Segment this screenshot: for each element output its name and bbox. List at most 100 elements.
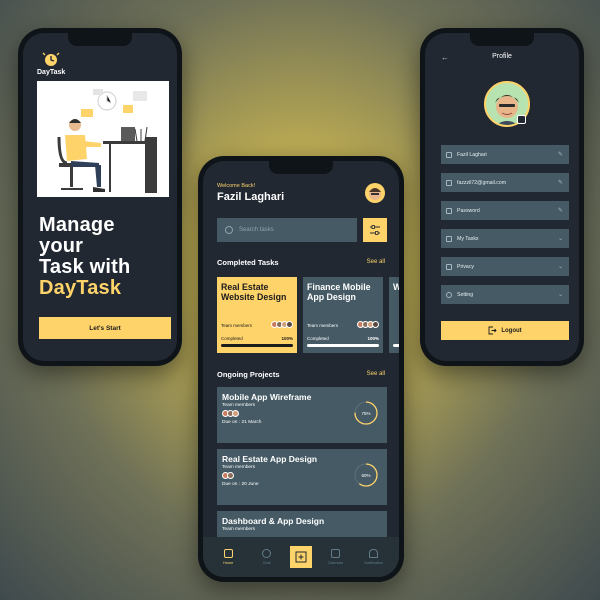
- team-avatar: [372, 321, 379, 328]
- completed-task-card[interactable]: Real Estate Website Design Team members …: [217, 277, 297, 353]
- completed-see-all-link[interactable]: See all: [367, 259, 385, 265]
- project-team-label: Team members: [222, 527, 256, 532]
- team-avatars: [271, 321, 293, 328]
- lock-icon: [446, 207, 452, 214]
- plus-icon: [295, 551, 307, 563]
- nav-notification-label: Notification: [364, 561, 384, 565]
- headline-line: your: [39, 235, 84, 257]
- profile-field-name[interactable]: Fazil Laghari ✎: [441, 145, 569, 164]
- profile-field-privacy[interactable]: Privacy ⌄: [441, 257, 569, 276]
- field-label: Setting: [457, 291, 474, 298]
- search-icon: [225, 226, 233, 234]
- card-progress-bar: [221, 344, 293, 347]
- gear-icon: [446, 291, 452, 298]
- edit-icon[interactable]: ✎: [557, 179, 564, 186]
- ongoing-project-card[interactable]: Real Estate App Design Team members Due …: [217, 449, 387, 505]
- edit-icon[interactable]: ✎: [557, 207, 564, 214]
- onboarding-illustration: [37, 81, 169, 197]
- avatar-face-icon: [369, 188, 381, 200]
- lets-start-button[interactable]: Let's Start: [39, 317, 171, 339]
- nav-home[interactable]: Home: [213, 549, 243, 565]
- search-placeholder: Search tasks: [239, 227, 274, 233]
- avatar-edit-icon[interactable]: [517, 115, 526, 124]
- nav-calendar-label: Calendar: [327, 561, 344, 565]
- card-team-label: Team members: [307, 323, 339, 328]
- card-percent: 100%: [281, 336, 293, 341]
- onboarding-screen: DayTask Manage your Task with DayTask Le…: [23, 33, 177, 361]
- list-icon: [446, 235, 452, 242]
- headline-accent: DayTask: [39, 277, 122, 299]
- bell-icon: [369, 549, 379, 558]
- nav-notification[interactable]: Notification: [359, 549, 389, 565]
- phone-notch: [68, 33, 132, 46]
- phone-notch: [269, 161, 333, 174]
- card-completed-label: Completed: [221, 336, 243, 341]
- home-icon: [223, 549, 233, 558]
- team-avatar: [232, 410, 239, 417]
- field-label: Fazil Laghari: [457, 151, 487, 158]
- field-label: fazzzil72@gmail.com: [457, 179, 507, 186]
- team-avatar: [227, 472, 234, 479]
- card-title: Real Estate Website Design: [221, 282, 287, 302]
- bottom-navigation: Home Chat Calendar Notification: [203, 537, 399, 577]
- filter-icon: [370, 225, 380, 235]
- card-progress-bar: [307, 344, 379, 347]
- field-label: Password: [457, 207, 480, 214]
- lets-start-label: Let's Start: [89, 324, 121, 332]
- nav-calendar[interactable]: Calendar: [320, 549, 350, 565]
- card-title: W: [393, 282, 399, 292]
- profile-field-setting[interactable]: Setting ⌄: [441, 285, 569, 304]
- search-input[interactable]: Search tasks: [217, 218, 357, 242]
- project-title: Dashboard & App Design: [222, 516, 325, 526]
- team-avatars: [357, 321, 379, 328]
- profile-field-email[interactable]: fazzzil72@gmail.com ✎: [441, 173, 569, 192]
- person-at-desk-illustration: [57, 89, 157, 193]
- ongoing-projects-title: Ongoing Projects: [217, 370, 280, 379]
- field-label: Privacy: [457, 263, 475, 270]
- chevron-down-icon: ⌄: [557, 292, 564, 298]
- calendar-icon: [330, 549, 340, 558]
- completed-task-card[interactable]: Finance Mobile App Design Team members C…: [303, 277, 383, 353]
- completed-task-card[interactable]: W: [389, 277, 399, 353]
- logout-button[interactable]: Logout: [441, 321, 569, 340]
- onboarding-headline: Manage your Task with DayTask: [39, 215, 177, 299]
- card-progress-bar: [393, 344, 399, 347]
- filter-button[interactable]: [363, 218, 387, 242]
- nav-chat-label: Chat: [262, 561, 271, 565]
- progress-percent: 75%: [361, 410, 371, 416]
- page-title: Profile: [492, 53, 512, 60]
- onboarding-phone: DayTask Manage your Task with DayTask Le…: [18, 28, 182, 366]
- progress-percent: 60%: [361, 472, 371, 478]
- ongoing-project-card[interactable]: Mobile App Wireframe Team members Due on…: [217, 387, 387, 443]
- profile-phone: ← Profile Fazil Laghari ✎ fazzzil72@gmai…: [420, 28, 584, 366]
- profile-field-password[interactable]: Password ✎: [441, 201, 569, 220]
- welcome-text: Welcome Back!: [217, 183, 256, 189]
- user-name: Fazil Laghari: [217, 191, 285, 203]
- chevron-down-icon: ⌄: [557, 236, 564, 242]
- chat-icon: [262, 549, 272, 558]
- ongoing-see-all-link[interactable]: See all: [367, 371, 385, 377]
- headline-line: Task with: [39, 256, 131, 278]
- logout-label: Logout: [501, 327, 522, 334]
- edit-icon[interactable]: ✎: [557, 151, 564, 158]
- shield-icon: [446, 263, 452, 270]
- home-phone: Welcome Back! Fazil Laghari Search tasks…: [198, 156, 404, 582]
- card-completed-label: Completed: [307, 336, 329, 341]
- brand-text: DayTask: [37, 69, 66, 76]
- logout-icon: [488, 326, 497, 335]
- field-label: My Tasks: [457, 235, 479, 242]
- chevron-down-icon: ⌄: [557, 264, 564, 270]
- card-title: Finance Mobile App Design: [307, 282, 371, 302]
- brand-name: DayTask: [37, 69, 65, 76]
- daytask-logo-icon: [42, 52, 60, 66]
- app-logo: DayTask: [37, 51, 65, 76]
- card-percent: 100%: [367, 336, 379, 341]
- user-icon: [446, 151, 452, 158]
- avatar[interactable]: [365, 183, 385, 203]
- completed-tasks-title: Completed Tasks: [217, 258, 279, 267]
- nav-chat[interactable]: Chat: [252, 549, 282, 565]
- profile-field-my-tasks[interactable]: My Tasks ⌄: [441, 229, 569, 248]
- profile-screen: ← Profile Fazil Laghari ✎ fazzzil72@gmai…: [425, 33, 579, 361]
- add-task-button[interactable]: [289, 546, 312, 568]
- mail-icon: [446, 179, 452, 186]
